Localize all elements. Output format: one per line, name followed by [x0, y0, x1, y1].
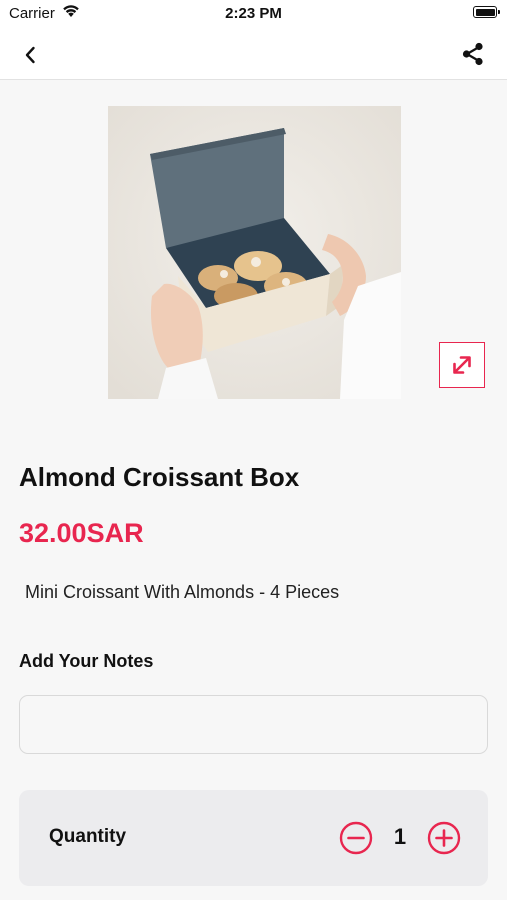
status-time: 2:23 PM: [225, 5, 282, 22]
battery-icon: [473, 6, 500, 18]
product-price: 32.00SAR: [19, 518, 144, 548]
expand-icon: [453, 356, 471, 374]
quantity-label: Quantity: [49, 826, 127, 847]
quantity-value: 1: [393, 824, 407, 849]
increase-quantity-button[interactable]: [427, 821, 461, 855]
navigation-bar: [0, 30, 507, 80]
notes-label: Add Your Notes: [19, 651, 154, 671]
product-image[interactable]: [108, 106, 401, 399]
product-title: Almond Croissant Box: [19, 462, 300, 492]
product-description: Mini Croissant With Almonds - 4 Pieces: [25, 582, 340, 602]
back-button[interactable]: [18, 42, 44, 68]
croissant-box-illustration: [108, 106, 401, 399]
status-bar: Carrier 2:23 PM: [0, 0, 507, 30]
notes-input[interactable]: [19, 695, 488, 754]
decrease-quantity-button[interactable]: [339, 821, 373, 855]
share-button[interactable]: [459, 40, 487, 68]
expand-image-button[interactable]: [439, 342, 485, 388]
quantity-card: Quantity 1: [19, 790, 488, 886]
